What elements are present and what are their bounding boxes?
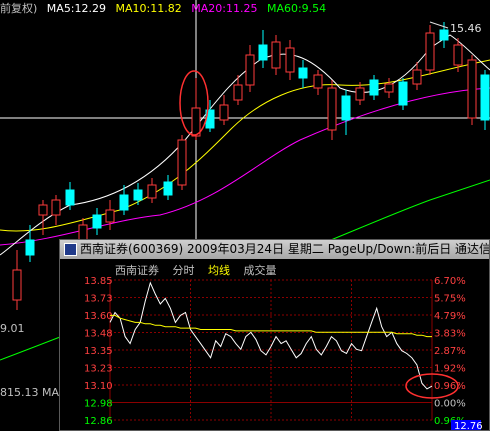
ma20-line [0,87,490,246]
candle-body [298,67,308,79]
high-price-label: 15.46 [450,22,482,35]
candle-body [191,107,201,137]
candle-body [398,81,408,106]
low-price-label: 9.01 [0,322,25,335]
candle-body [51,199,61,216]
candle-body [105,209,115,223]
y-tick-right: 6.70% [434,276,466,287]
y-tick-left: 12.98 [84,399,113,410]
candle-body [453,44,463,66]
candle-body [341,95,351,121]
y-tick-right: 4.79% [434,311,466,322]
ma10-label: MA10:11.82 [115,2,182,15]
y-tick-left: 13.73 [84,294,113,305]
volume-ma5-label: 815.13 MA5 [0,386,66,399]
intraday-tabs: 西南证券 分时 均线 成交量 [115,262,287,278]
candle-body [219,104,229,121]
candle-body [439,29,449,41]
intraday-y-labels: 13.85 6.70% 13.73 5.75% 13.60 4.79% 13.48 3.83%… [84,276,466,427]
candle-body [480,74,490,121]
candle-body [233,84,243,101]
last-value-label: 12.76 [454,421,483,430]
y-tick-left: 13.23 [84,364,113,375]
y-tick-right: 5.75% [434,294,466,305]
candle-body [25,239,35,256]
candle-body [12,269,22,301]
tab-time[interactable]: 分时 [173,264,195,277]
high-price-marker [429,21,449,29]
candle-body [258,44,268,61]
y-tick-left: 13.60 [84,311,113,322]
candle-body [38,204,48,216]
candle-body [119,194,129,211]
candle-body [92,214,102,229]
y-tick-right: 0.96% [434,381,466,392]
candle-body [425,32,435,71]
candle-body [177,139,187,186]
candle-body [245,54,255,86]
y-tick-right: 1.92% [434,364,466,375]
tab-volume[interactable]: 成交量 [244,264,277,277]
y-tick-right: 3.83% [434,329,466,340]
candle-body [271,41,281,69]
ma5-label: MA5:12.29 [46,2,107,15]
y-tick-left: 13.48 [84,329,113,340]
y-tick-left: 13.85 [84,276,113,287]
candle-body [467,59,477,119]
y-tick-right: 2.87% [434,346,466,357]
candle-body [355,87,365,101]
candle-body [412,69,422,85]
y-tick-left: 13.35 [84,346,113,357]
y-tick-left: 13.10 [84,381,113,392]
ma20-label: MA20:11.25 [191,2,258,15]
candle-body [133,189,143,201]
tab-avg[interactable]: 均线 [208,264,230,277]
candle-body [384,83,394,93]
candle-body [147,184,157,199]
ma-indicator-bar: 前复权) MA5:12.29 MA10:11.82 MA20:11.25 MA6… [0,0,332,16]
stock-name-label: 西南证券 [115,264,159,277]
candle-body [65,189,75,206]
candle-body [327,87,337,131]
y-tick-right: 0.00% [434,399,466,410]
y-tick-left: 12.86 [84,416,113,427]
ma60-label: MA60:9.54 [266,2,327,15]
intraday-popup-window[interactable]: 西南证券(600369) 2009年03月24日 星期二 PageUp/Down… [59,239,490,431]
ma-bar-prefix: 前复权) [0,2,38,15]
candle-body [163,181,173,196]
candle-body [313,74,323,89]
candle-body [285,47,295,73]
candle-body [369,79,379,96]
candle-body [78,224,88,241]
